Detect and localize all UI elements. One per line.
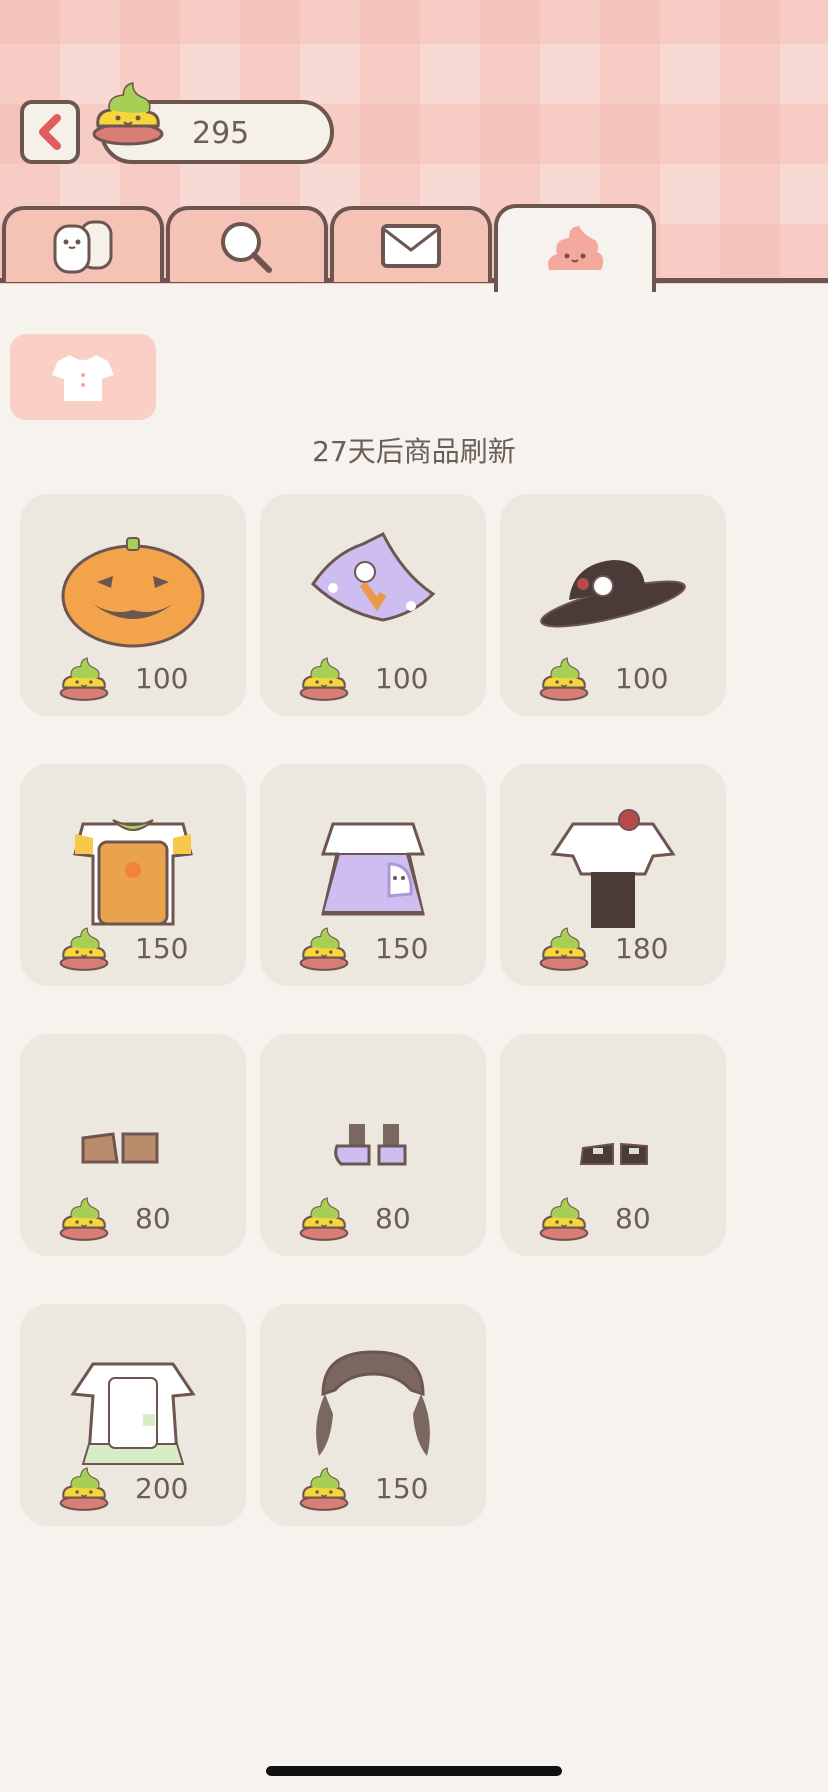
item-price: 150 bbox=[375, 1472, 429, 1505]
black-shoes-icon bbox=[579, 1142, 648, 1165]
magnifier-icon bbox=[221, 222, 272, 273]
tab-search[interactable] bbox=[166, 206, 328, 282]
black-hat-icon bbox=[540, 560, 686, 628]
lavender-boots-icon bbox=[334, 1124, 407, 1166]
shop-item-card[interactable]: 80 bbox=[20, 1034, 246, 1256]
tab-friends[interactable] bbox=[2, 206, 164, 282]
item-price: 150 bbox=[375, 932, 429, 965]
shop-item-card[interactable]: 80 bbox=[260, 1034, 486, 1256]
witch-hat-icon bbox=[311, 531, 436, 622]
maid-dress-icon bbox=[70, 1362, 196, 1465]
price-coin bbox=[296, 926, 352, 978]
price-coin bbox=[296, 1196, 352, 1248]
shop-item-card[interactable]: 100 bbox=[20, 494, 246, 716]
poop-coin-icon bbox=[539, 927, 589, 971]
price-coin bbox=[536, 1196, 592, 1248]
shop-item-card[interactable]: 150 bbox=[20, 764, 246, 986]
pumpkin-overalls-icon bbox=[73, 819, 193, 926]
shop-item-card[interactable]: 100 bbox=[500, 494, 726, 716]
price-coin bbox=[56, 656, 112, 708]
shop-item-card[interactable]: 150 bbox=[260, 764, 486, 986]
price-coin bbox=[536, 926, 592, 978]
home-indicator bbox=[266, 1766, 562, 1776]
chevron-left-icon bbox=[39, 114, 61, 150]
poop-coin-icon bbox=[59, 1467, 109, 1511]
item-price: 150 bbox=[135, 932, 189, 965]
item-price: 100 bbox=[615, 662, 669, 695]
item-price: 200 bbox=[135, 1472, 189, 1505]
shop-item-card[interactable]: 180 bbox=[500, 764, 726, 986]
price-coin bbox=[296, 656, 352, 708]
item-price: 80 bbox=[135, 1202, 171, 1235]
poop-coin-icon bbox=[299, 657, 349, 701]
price-coin bbox=[536, 656, 592, 708]
red-bow-outfit-icon bbox=[550, 809, 676, 928]
item-price: 100 bbox=[135, 662, 189, 695]
price-coin bbox=[56, 1196, 112, 1248]
poop-coin-icon bbox=[299, 1467, 349, 1511]
tab-mail[interactable] bbox=[330, 206, 492, 282]
item-price: 80 bbox=[615, 1202, 651, 1235]
poop-coin-icon bbox=[92, 82, 164, 146]
item-price: 100 bbox=[375, 662, 429, 695]
shop-item-card[interactable]: 100 bbox=[260, 494, 486, 716]
tab-shop[interactable] bbox=[494, 204, 656, 292]
poop-coin-icon bbox=[59, 1197, 109, 1241]
friends-icon bbox=[53, 220, 113, 274]
poop-coin-icon bbox=[539, 1197, 589, 1241]
ghost-dress-icon bbox=[320, 822, 426, 916]
poop-shop-icon bbox=[548, 226, 604, 270]
poop-coin-icon bbox=[59, 657, 109, 701]
pumpkin-hat-icon bbox=[61, 537, 205, 648]
shop-item-card[interactable]: 150 bbox=[260, 1304, 486, 1526]
refresh-notice: 27天后商品刷新 bbox=[312, 435, 516, 468]
back-button[interactable] bbox=[20, 100, 80, 164]
shirt-icon bbox=[52, 355, 114, 401]
poop-coin-icon bbox=[539, 657, 589, 701]
item-price: 180 bbox=[615, 932, 669, 965]
mail-icon bbox=[381, 224, 441, 268]
price-coin bbox=[56, 926, 112, 978]
item-price: 80 bbox=[375, 1202, 411, 1235]
price-coin bbox=[56, 1466, 112, 1518]
poop-coin-icon bbox=[59, 927, 109, 971]
filter-clothing-button[interactable] bbox=[10, 334, 156, 420]
poop-coin-icon bbox=[299, 1197, 349, 1241]
shop-item-card[interactable]: 200 bbox=[20, 1304, 246, 1526]
coin-balance-amount: 295 bbox=[192, 116, 250, 151]
brown-twintail-hair-icon bbox=[316, 1350, 430, 1456]
brown-shoes-icon bbox=[81, 1132, 159, 1164]
poop-coin-icon bbox=[299, 927, 349, 971]
shop-item-card[interactable]: 80 bbox=[500, 1034, 726, 1256]
price-coin bbox=[296, 1466, 352, 1518]
